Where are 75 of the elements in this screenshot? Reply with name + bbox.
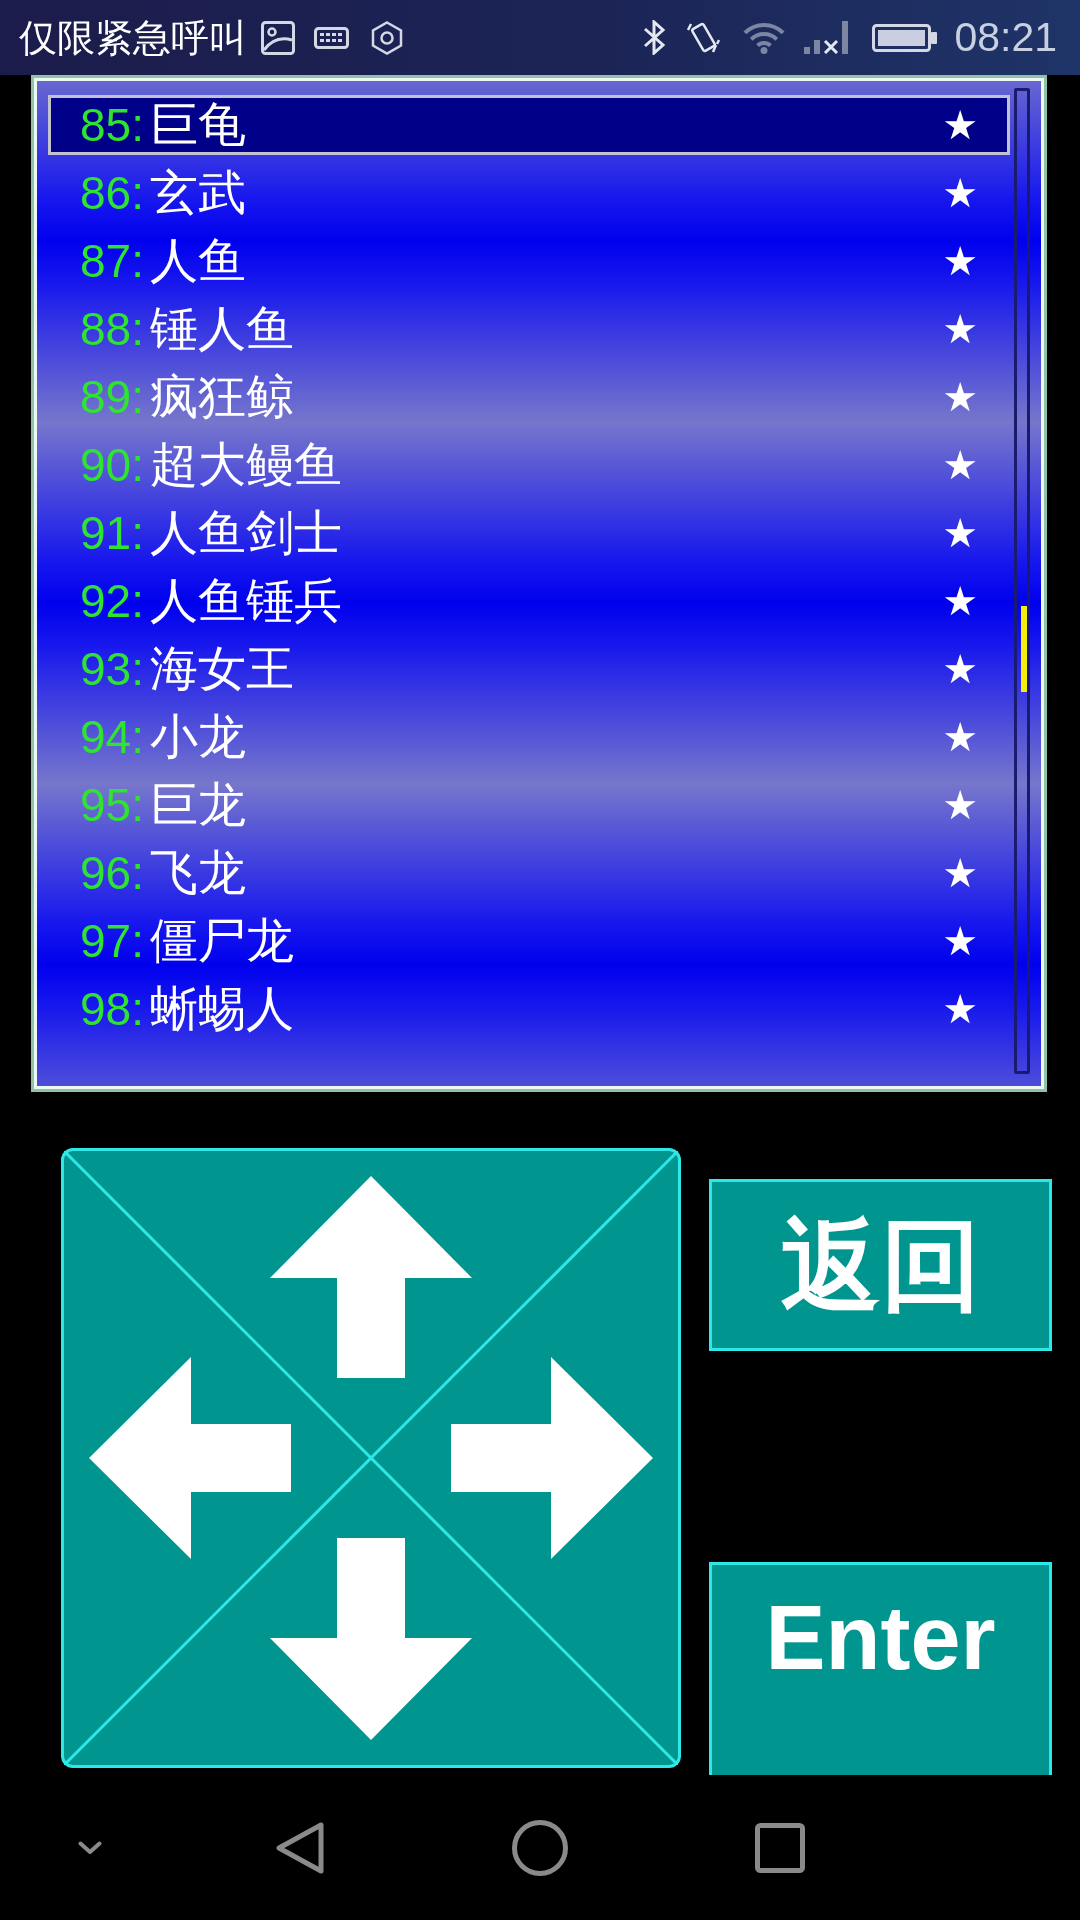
list-row[interactable]: 96:飞龙 ★ <box>48 843 1010 903</box>
star-mark: ★ <box>942 241 978 281</box>
list-row[interactable]: 94:小龙 ★ <box>48 707 1010 767</box>
carrier-text: 仅限紧急呼叫 <box>19 18 247 57</box>
star-mark: ★ <box>942 309 978 349</box>
image-icon <box>261 20 295 55</box>
list-row[interactable]: 86:玄武 ★ <box>48 163 1010 223</box>
entry-name: 巨龟 <box>149 101 247 149</box>
list-row[interactable]: 92:人鱼锤兵 ★ <box>48 571 1010 631</box>
list-row[interactable]: 87:人鱼 ★ <box>48 231 1010 291</box>
entry-number: 91: <box>80 510 144 556</box>
star-mark: ★ <box>942 513 978 553</box>
back-icon[interactable] <box>275 1821 325 1874</box>
down-arrow-icon[interactable] <box>270 1538 472 1740</box>
entry-number: 90: <box>80 442 144 488</box>
hexagon-icon <box>371 20 403 55</box>
star-mark: ★ <box>942 649 978 689</box>
star-mark: ★ <box>942 173 978 213</box>
entry-number: 97: <box>80 918 144 964</box>
entry-number: 86: <box>80 170 144 216</box>
star-mark: ★ <box>942 717 978 757</box>
list-row[interactable]: 97:僵尸龙 ★ <box>48 911 1010 971</box>
list-row[interactable]: 89:疯狂鲸 ★ <box>48 367 1010 427</box>
list-row[interactable]: 90:超大鳗鱼 ★ <box>48 435 1010 495</box>
return-button[interactable]: 返回 <box>709 1179 1052 1351</box>
vibrate-icon <box>686 20 721 55</box>
home-icon[interactable] <box>512 1819 568 1876</box>
star-mark: ★ <box>942 105 978 145</box>
clock-time: 08:21 <box>954 17 1057 58</box>
star-mark: ★ <box>942 989 978 1029</box>
star-mark: ★ <box>942 853 978 893</box>
list-row[interactable]: 93:海女王 ★ <box>48 639 1010 699</box>
entry-name: 巨龙 <box>149 781 247 829</box>
entry-number: 87: <box>80 238 144 284</box>
direction-pad[interactable] <box>61 1148 681 1768</box>
list-row[interactable]: 85:巨龟 ★ <box>48 95 1010 155</box>
entry-name: 僵尸龙 <box>149 917 295 965</box>
star-mark: ★ <box>942 377 978 417</box>
entry-number: 98: <box>80 986 144 1032</box>
entry-number: 93: <box>80 646 144 692</box>
star-mark: ★ <box>942 785 978 825</box>
entry-number: 96: <box>80 850 144 896</box>
list-row[interactable]: 88:锤人鱼 ★ <box>48 299 1010 359</box>
star-mark: ★ <box>942 581 978 621</box>
entry-name: 超大鳗鱼 <box>149 441 343 489</box>
entry-name: 蜥蜴人 <box>149 985 295 1033</box>
entry-number: 88: <box>80 306 144 352</box>
star-mark: ★ <box>942 921 978 961</box>
entry-name: 飞龙 <box>149 849 247 897</box>
entry-name: 人鱼 <box>149 237 247 285</box>
entry-number: 92: <box>80 578 144 624</box>
chevron-down-icon[interactable] <box>78 1840 102 1855</box>
enter-button[interactable]: Enter <box>709 1562 1052 1775</box>
entry-number: 94: <box>80 714 144 760</box>
entry-name: 人鱼剑士 <box>149 509 343 557</box>
list-row[interactable]: 98:蜥蜴人 ★ <box>48 979 1010 1039</box>
star-mark: ★ <box>942 445 978 485</box>
entry-name: 小龙 <box>149 713 247 761</box>
entry-name: 海女王 <box>149 645 295 693</box>
entry-number: 95: <box>80 782 144 828</box>
left-arrow-icon[interactable] <box>89 1357 291 1559</box>
entry-number: 85: <box>80 102 144 148</box>
signal-icon <box>804 21 851 54</box>
up-arrow-icon[interactable] <box>270 1176 472 1378</box>
list-row[interactable]: 91:人鱼剑士 ★ <box>48 503 1010 563</box>
entry-name: 锤人鱼 <box>149 305 295 353</box>
entry-name: 人鱼锤兵 <box>149 577 343 625</box>
right-arrow-icon[interactable] <box>451 1357 653 1559</box>
recents-icon[interactable] <box>755 1822 805 1873</box>
list-row[interactable]: 95:巨龙 ★ <box>48 775 1010 835</box>
entry-number: 89: <box>80 374 144 420</box>
entry-name: 玄武 <box>149 169 247 217</box>
battery-icon <box>872 23 938 52</box>
keyboard-icon <box>314 26 349 49</box>
entry-name: 疯狂鲸 <box>149 373 295 421</box>
